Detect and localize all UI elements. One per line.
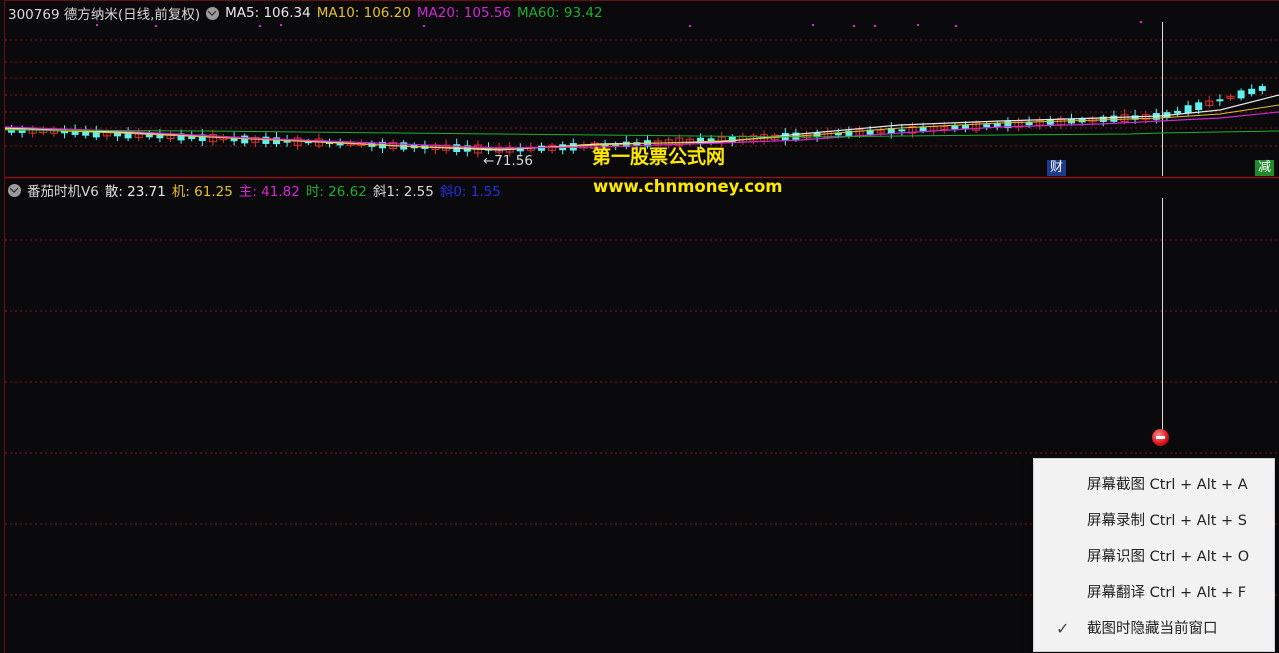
main-chart-legend: 300769 德方纳米(日线,前复权) MA5: 106.34 MA10: 10…	[8, 3, 609, 23]
candle-body	[1216, 99, 1224, 102]
menu-item-screen-record[interactable]: 屏幕录制 Ctrl + Alt + S	[1034, 503, 1274, 539]
signal-dot	[917, 24, 919, 26]
candle-body	[962, 125, 969, 129]
candle-body	[951, 125, 959, 130]
menu-item-label: 屏幕翻译 Ctrl + Alt + F	[1087, 585, 1247, 601]
candle-body	[1248, 88, 1256, 95]
red-float-ball-icon[interactable]	[1152, 429, 1169, 446]
signal-dot	[280, 24, 282, 26]
candle-body	[1110, 115, 1118, 122]
menu-item-label: 屏幕截图 Ctrl + Alt + A	[1087, 477, 1248, 493]
sub-indicator-dropdown-icon[interactable]	[8, 183, 21, 197]
ji-value: 机: 61.25	[171, 184, 233, 200]
reduce-holding-badge[interactable]: 减	[1255, 160, 1275, 176]
ma20-value: MA20: 105.56	[416, 5, 511, 21]
ma60-value: MA60: 93.42	[517, 5, 603, 21]
candle-body	[898, 129, 906, 132]
menu-item-label: 屏幕录制 Ctrl + Alt + S	[1087, 513, 1247, 529]
signal-dot	[96, 24, 98, 26]
signal-dot	[423, 25, 425, 27]
menu-item-screen-translate[interactable]: 屏幕翻译 Ctrl + Alt + F	[1034, 575, 1274, 611]
watermark-url: www.chnmoney.com	[593, 177, 783, 196]
candle-body	[1237, 90, 1245, 99]
candle-body	[1258, 86, 1266, 91]
candle-body	[1046, 119, 1054, 125]
candle-body	[983, 124, 991, 128]
signal-dot	[812, 24, 814, 26]
menu-item-screenshot[interactable]: 屏幕截图 Ctrl + Alt + A	[1034, 467, 1274, 503]
san-value: 散: 23.71	[104, 184, 166, 200]
signal-dot	[853, 25, 855, 27]
main-indicator-dropdown-icon[interactable]	[206, 6, 220, 20]
ma10-value: MA10: 106.20	[316, 5, 411, 21]
candle-body	[241, 135, 249, 144]
xie1-value: 斜1: 2.55	[372, 184, 434, 200]
signal-dot	[1140, 21, 1142, 23]
zhu-value: 主: 41.82	[238, 184, 300, 200]
shi-value: 时: 26.62	[305, 184, 367, 200]
candle-body	[1174, 110, 1181, 114]
sub-chart-legend: 番茄时机V6 散: 23.71 机: 61.25 主: 41.82 时: 26.…	[8, 180, 507, 200]
indicator-title: 番茄时机V6	[27, 184, 99, 200]
menu-item-screen-ocr[interactable]: 屏幕识图 Ctrl + Alt + O	[1034, 539, 1274, 575]
finance-event-badge[interactable]: 财	[1047, 160, 1067, 176]
low-price-label: ←71.56	[483, 153, 533, 169]
xie0-value: 斜0: 1.55	[439, 184, 501, 200]
signal-dot	[155, 25, 157, 27]
checkmark-icon: ✓	[1056, 619, 1070, 638]
watermark-site-name: 第一股票公式网	[592, 146, 726, 168]
signal-dot	[689, 25, 691, 27]
stock-title: 300769 德方纳米(日线,前复权)	[8, 7, 201, 23]
candle-body	[919, 127, 927, 132]
signal-dot	[955, 25, 957, 27]
candle-body	[1184, 105, 1192, 114]
context-menu: 屏幕截图 Ctrl + Alt + A 屏幕录制 Ctrl + Alt + S …	[1033, 458, 1275, 652]
signal-dot	[259, 25, 261, 27]
signal-dot	[874, 25, 876, 27]
menu-item-label: 屏幕识图 Ctrl + Alt + O	[1087, 549, 1250, 565]
ma5-value: MA5: 106.34	[225, 5, 311, 21]
menu-item-hide-window[interactable]: ✓ 截图时隐藏当前窗口	[1034, 611, 1274, 647]
menu-item-label: 截图时隐藏当前窗口	[1087, 621, 1218, 637]
candle-body	[1195, 102, 1203, 111]
